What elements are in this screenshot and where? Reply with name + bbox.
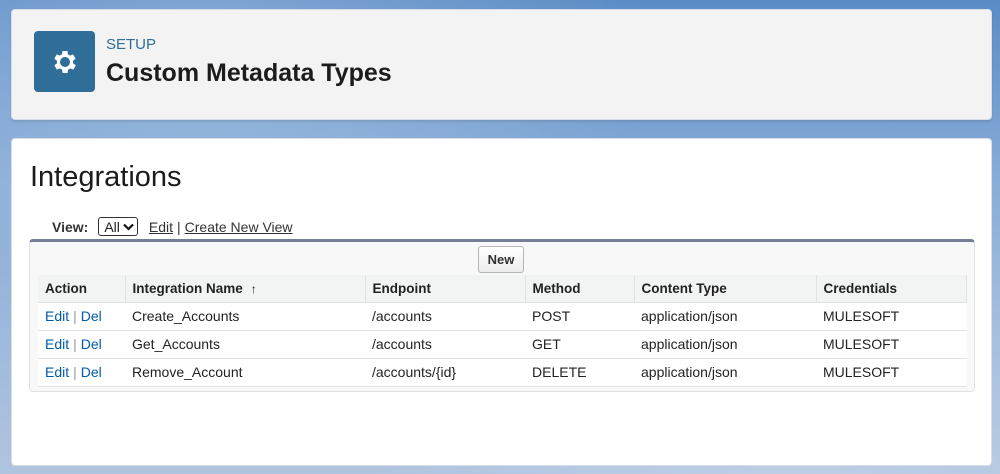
endpoint-cell: /accounts [365, 302, 525, 331]
integration-name-cell[interactable]: Remove_Account [125, 358, 365, 387]
table-header-row: Action Integration Name ↑ Endpoint Method… [38, 275, 967, 303]
method-cell: DELETE [525, 358, 634, 387]
credentials-cell: MULESOFT [816, 330, 967, 359]
row-actions: Edit | Del [38, 358, 125, 387]
view-bar: View: All Edit | Create New View [52, 217, 293, 236]
table-row: Edit | Del Remove_Account /accounts/{id} D… [38, 358, 967, 387]
endpoint-cell: /accounts/{id} [365, 358, 525, 387]
create-new-view-link[interactable]: Create New View [185, 219, 293, 235]
page-title: Integrations [30, 161, 182, 193]
integration-name-cell[interactable]: Get_Accounts [125, 330, 365, 359]
view-select-value: All [104, 218, 120, 235]
row-actions: Edit | Del [38, 302, 125, 331]
gear-icon [34, 31, 95, 92]
table-row: Edit | Del Get_Accounts /accounts GET appl… [38, 330, 967, 359]
delete-link[interactable]: Del [81, 336, 102, 352]
list-view: New Action Integration Name ↑ Endpoint Me… [29, 239, 975, 392]
column-header-endpoint[interactable]: Endpoint [364, 275, 526, 303]
content-type-cell: application/json [634, 302, 816, 331]
delete-link[interactable]: Del [81, 364, 102, 380]
delete-link[interactable]: Del [81, 308, 102, 324]
chevron-down-icon [123, 223, 134, 231]
column-header-method[interactable]: Method [524, 275, 635, 303]
column-header-action: Action [38, 275, 126, 303]
sort-ascending-icon: ↑ [250, 281, 257, 296]
edit-link[interactable]: Edit [45, 308, 69, 324]
row-actions: Edit | Del [38, 330, 125, 359]
view-link-separator: | [177, 218, 181, 235]
column-header-content-type[interactable]: Content Type [633, 275, 817, 303]
content-type-cell: application/json [634, 330, 816, 359]
main-content: Integrations View: All Edit | Create New… [11, 138, 992, 466]
endpoint-cell: /accounts [365, 330, 525, 359]
records-table: Action Integration Name ↑ Endpoint Method… [38, 275, 967, 387]
credentials-cell: MULESOFT [816, 358, 967, 387]
method-cell: POST [525, 302, 634, 331]
setup-eyebrow: SETUP [106, 36, 157, 53]
edit-link[interactable]: Edit [45, 364, 69, 380]
action-separator: | [73, 336, 77, 352]
table-row: Edit | Del Create_Accounts /accounts POST … [38, 302, 967, 331]
edit-link[interactable]: Edit [45, 336, 69, 352]
content-type-cell: application/json [634, 358, 816, 387]
new-button[interactable]: New [478, 246, 524, 273]
action-separator: | [73, 364, 77, 380]
credentials-cell: MULESOFT [816, 302, 967, 331]
column-header-credentials[interactable]: Credentials [815, 275, 967, 303]
integration-name-cell[interactable]: Create_Accounts [125, 302, 365, 331]
page-header-title: Custom Metadata Types [106, 59, 392, 87]
view-select[interactable]: All [98, 217, 138, 236]
column-header-label: Integration Name [132, 280, 243, 296]
method-cell: GET [525, 330, 634, 359]
column-header-integration-name[interactable]: Integration Name ↑ [124, 275, 366, 303]
edit-view-link[interactable]: Edit [149, 219, 173, 235]
view-label: View: [52, 218, 89, 235]
setup-header: SETUP Custom Metadata Types [11, 9, 992, 120]
action-separator: | [73, 308, 77, 324]
